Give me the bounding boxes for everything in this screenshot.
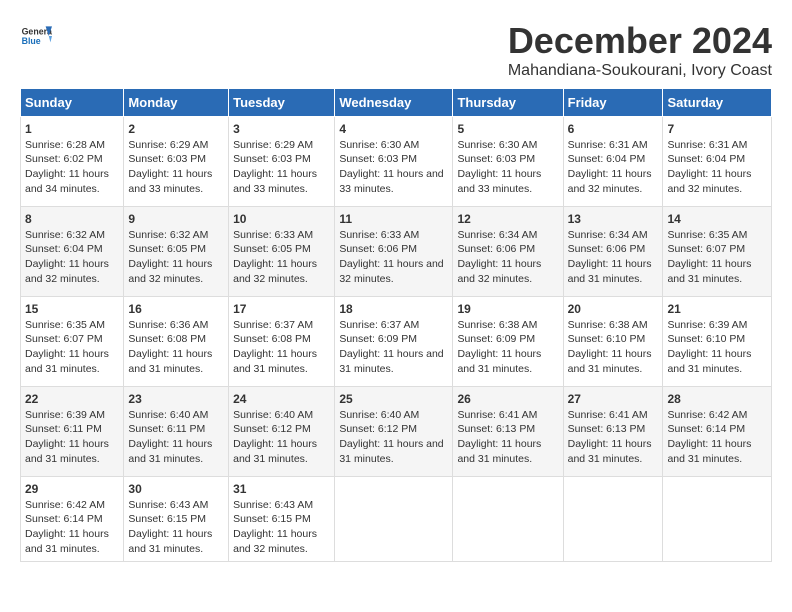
- calendar-cell: 8Sunrise: 6:32 AMSunset: 6:04 PMDaylight…: [21, 207, 124, 297]
- col-saturday: Saturday: [663, 89, 772, 117]
- calendar-cell: 10Sunrise: 6:33 AMSunset: 6:05 PMDayligh…: [229, 207, 335, 297]
- title-area: December 2024 Mahandiana-Soukourani, Ivo…: [508, 20, 772, 80]
- calendar-cell: 31Sunrise: 6:43 AMSunset: 6:15 PMDayligh…: [229, 477, 335, 562]
- calendar-cell: 27Sunrise: 6:41 AMSunset: 6:13 PMDayligh…: [563, 387, 663, 477]
- calendar-header-row: Sunday Monday Tuesday Wednesday Thursday…: [21, 89, 772, 117]
- calendar-cell: 12Sunrise: 6:34 AMSunset: 6:06 PMDayligh…: [453, 207, 563, 297]
- calendar-cell: [335, 477, 453, 562]
- calendar-cell: 25Sunrise: 6:40 AMSunset: 6:12 PMDayligh…: [335, 387, 453, 477]
- calendar-cell: [563, 477, 663, 562]
- col-monday: Monday: [124, 89, 229, 117]
- calendar-cell: 13Sunrise: 6:34 AMSunset: 6:06 PMDayligh…: [563, 207, 663, 297]
- calendar-cell: 26Sunrise: 6:41 AMSunset: 6:13 PMDayligh…: [453, 387, 563, 477]
- calendar-cell: 28Sunrise: 6:42 AMSunset: 6:14 PMDayligh…: [663, 387, 772, 477]
- col-thursday: Thursday: [453, 89, 563, 117]
- calendar-cell: 21Sunrise: 6:39 AMSunset: 6:10 PMDayligh…: [663, 297, 772, 387]
- calendar-cell: 18Sunrise: 6:37 AMSunset: 6:09 PMDayligh…: [335, 297, 453, 387]
- calendar-cell: 23Sunrise: 6:40 AMSunset: 6:11 PMDayligh…: [124, 387, 229, 477]
- calendar-cell: 15Sunrise: 6:35 AMSunset: 6:07 PMDayligh…: [21, 297, 124, 387]
- calendar-cell: 29Sunrise: 6:42 AMSunset: 6:14 PMDayligh…: [21, 477, 124, 562]
- calendar-cell: 30Sunrise: 6:43 AMSunset: 6:15 PMDayligh…: [124, 477, 229, 562]
- page-subtitle: Mahandiana-Soukourani, Ivory Coast: [508, 62, 772, 80]
- calendar-cell: 14Sunrise: 6:35 AMSunset: 6:07 PMDayligh…: [663, 207, 772, 297]
- calendar-week-row: 1Sunrise: 6:28 AMSunset: 6:02 PMDaylight…: [21, 117, 772, 207]
- col-friday: Friday: [563, 89, 663, 117]
- calendar-cell: 1Sunrise: 6:28 AMSunset: 6:02 PMDaylight…: [21, 117, 124, 207]
- calendar-cell: 11Sunrise: 6:33 AMSunset: 6:06 PMDayligh…: [335, 207, 453, 297]
- calendar-cell: [663, 477, 772, 562]
- calendar-cell: [453, 477, 563, 562]
- calendar-cell: 6Sunrise: 6:31 AMSunset: 6:04 PMDaylight…: [563, 117, 663, 207]
- calendar-cell: 5Sunrise: 6:30 AMSunset: 6:03 PMDaylight…: [453, 117, 563, 207]
- calendar-cell: 4Sunrise: 6:30 AMSunset: 6:03 PMDaylight…: [335, 117, 453, 207]
- col-tuesday: Tuesday: [229, 89, 335, 117]
- calendar-cell: 20Sunrise: 6:38 AMSunset: 6:10 PMDayligh…: [563, 297, 663, 387]
- calendar-cell: 17Sunrise: 6:37 AMSunset: 6:08 PMDayligh…: [229, 297, 335, 387]
- page-title: December 2024: [508, 20, 772, 62]
- col-sunday: Sunday: [21, 89, 124, 117]
- logo-icon: General Blue: [20, 20, 52, 52]
- logo: General Blue: [20, 20, 52, 52]
- calendar-week-row: 15Sunrise: 6:35 AMSunset: 6:07 PMDayligh…: [21, 297, 772, 387]
- calendar-cell: 9Sunrise: 6:32 AMSunset: 6:05 PMDaylight…: [124, 207, 229, 297]
- page-header: General Blue December 2024 Mahandiana-So…: [20, 20, 772, 80]
- calendar-cell: 16Sunrise: 6:36 AMSunset: 6:08 PMDayligh…: [124, 297, 229, 387]
- calendar-cell: 24Sunrise: 6:40 AMSunset: 6:12 PMDayligh…: [229, 387, 335, 477]
- calendar-cell: 7Sunrise: 6:31 AMSunset: 6:04 PMDaylight…: [663, 117, 772, 207]
- calendar-week-row: 29Sunrise: 6:42 AMSunset: 6:14 PMDayligh…: [21, 477, 772, 562]
- calendar-cell: 3Sunrise: 6:29 AMSunset: 6:03 PMDaylight…: [229, 117, 335, 207]
- calendar-cell: 22Sunrise: 6:39 AMSunset: 6:11 PMDayligh…: [21, 387, 124, 477]
- calendar-week-row: 8Sunrise: 6:32 AMSunset: 6:04 PMDaylight…: [21, 207, 772, 297]
- calendar-week-row: 22Sunrise: 6:39 AMSunset: 6:11 PMDayligh…: [21, 387, 772, 477]
- calendar-table: Sunday Monday Tuesday Wednesday Thursday…: [20, 88, 772, 562]
- svg-text:Blue: Blue: [22, 36, 41, 46]
- calendar-cell: 19Sunrise: 6:38 AMSunset: 6:09 PMDayligh…: [453, 297, 563, 387]
- col-wednesday: Wednesday: [335, 89, 453, 117]
- calendar-cell: 2Sunrise: 6:29 AMSunset: 6:03 PMDaylight…: [124, 117, 229, 207]
